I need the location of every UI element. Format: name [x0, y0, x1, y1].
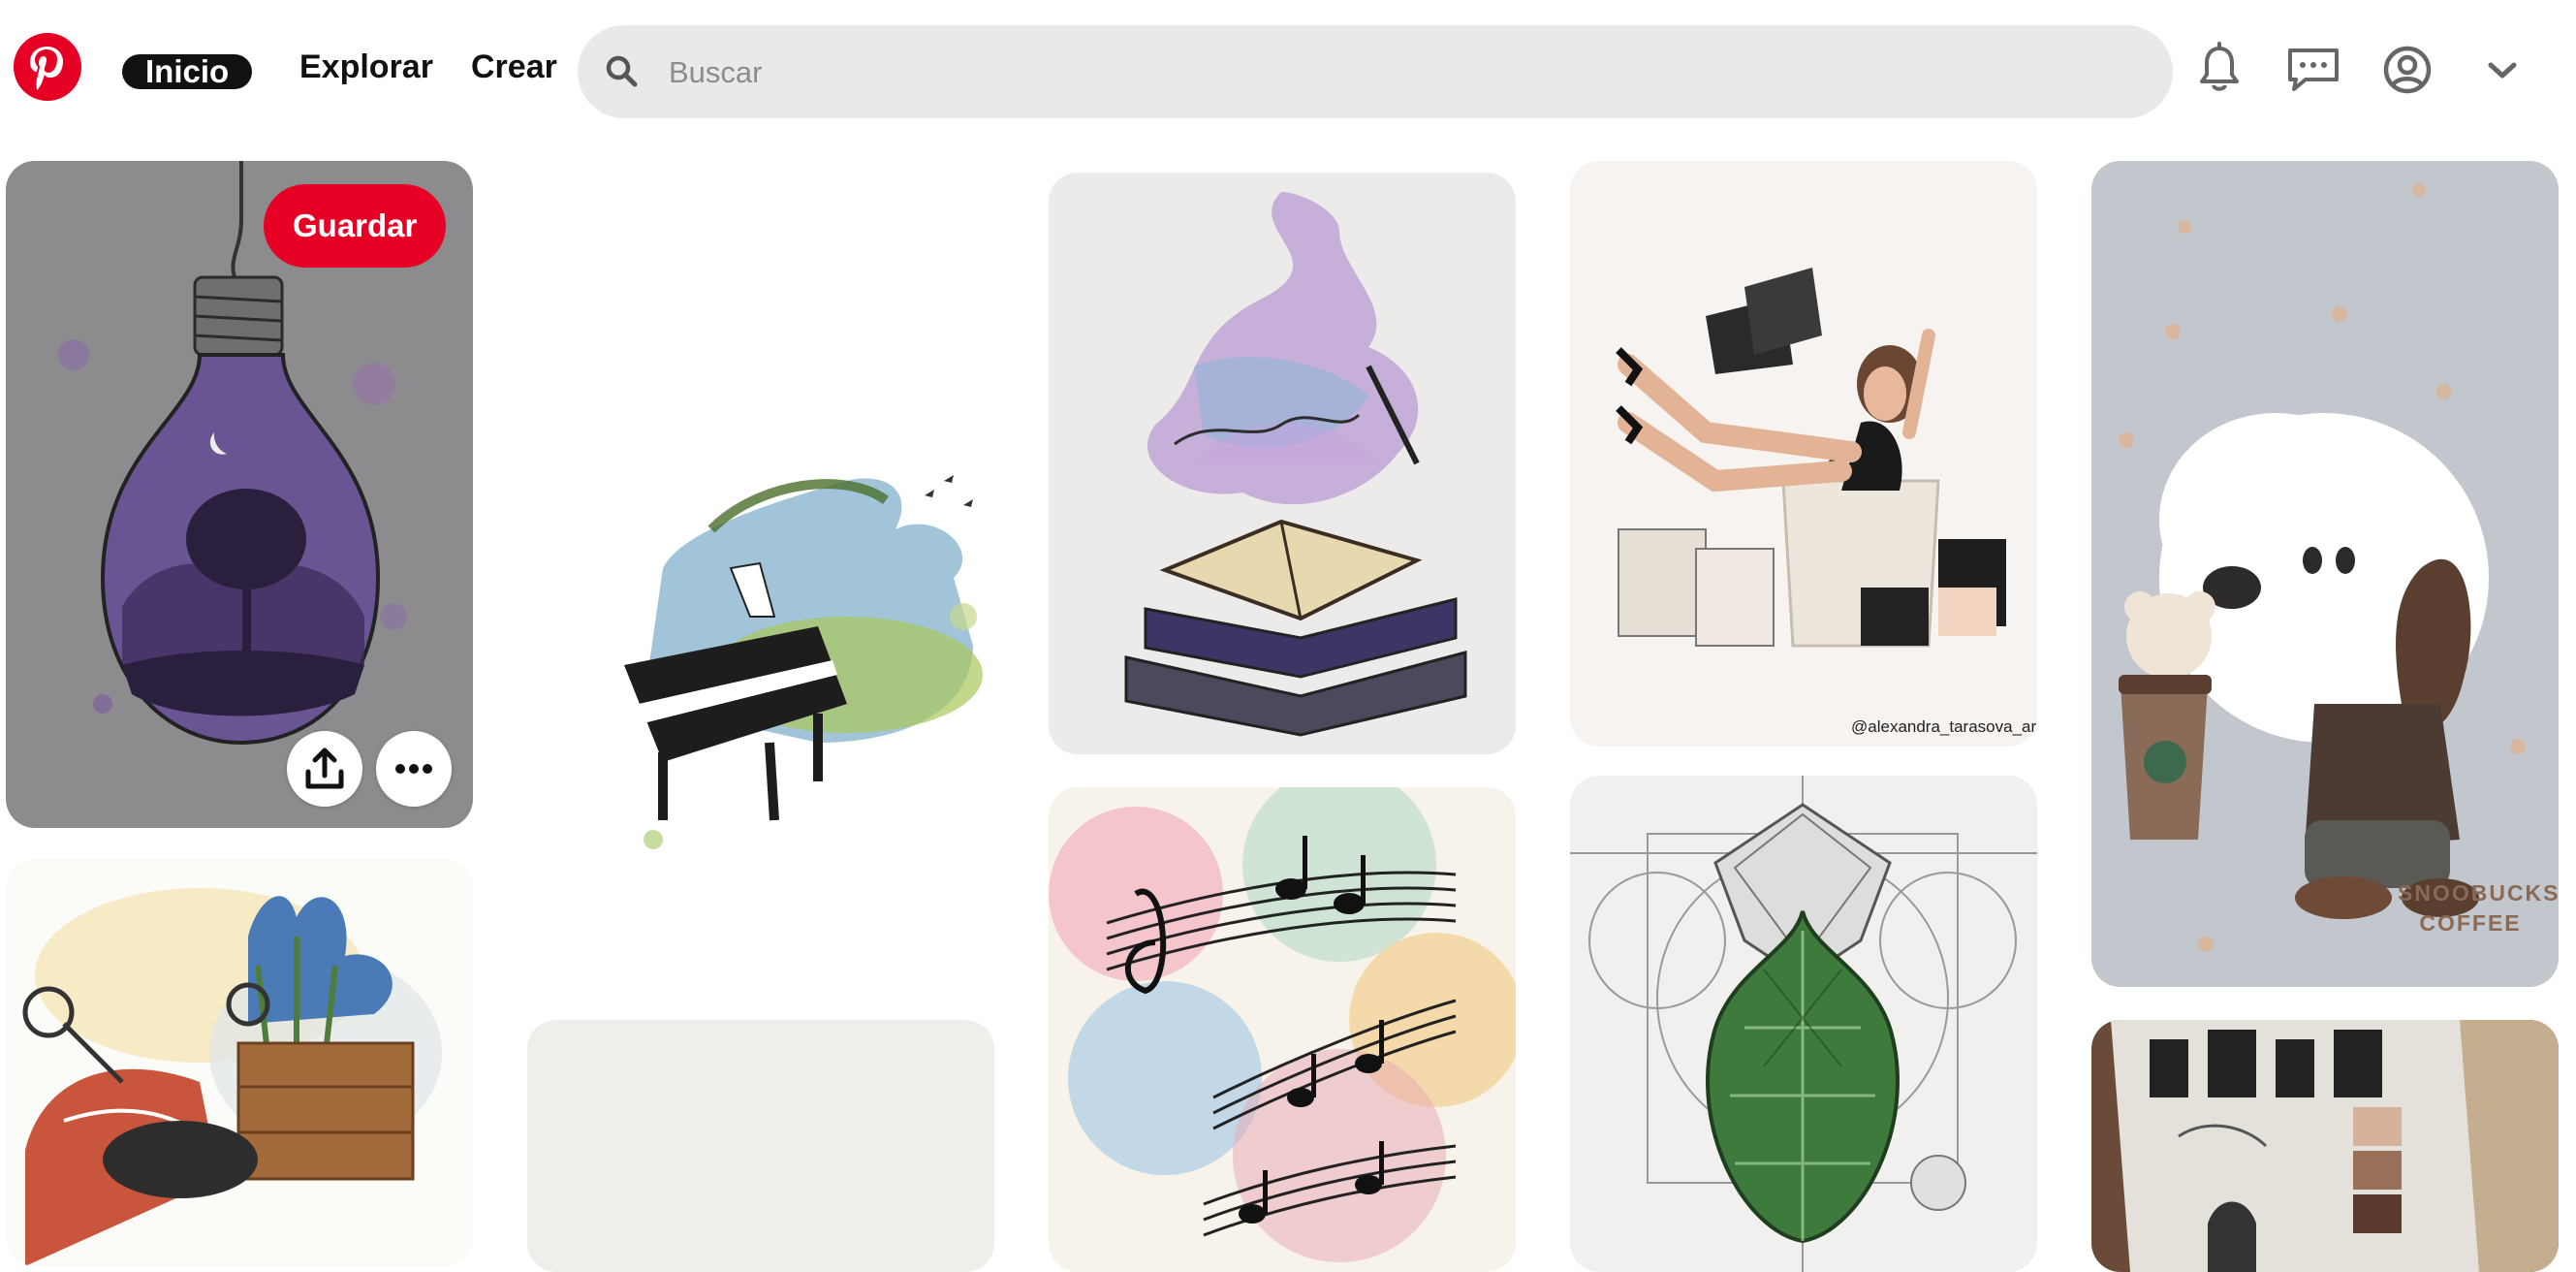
message-icon[interactable]: [2282, 39, 2344, 101]
search-input[interactable]: [667, 47, 2124, 99]
share-icon: [305, 747, 344, 789]
pin-piano-watercolor[interactable]: [527, 161, 994, 995]
music-notes-watercolor-image: [1049, 787, 1516, 1272]
search-bar[interactable]: [578, 25, 2173, 118]
snoopy-coffee-image: [2091, 161, 2559, 987]
magic-books-image: [1049, 173, 1516, 754]
top-navigation-bar: Inicio Explorar Crear: [0, 0, 2576, 145]
fashion-magazine-image: [2091, 1020, 2559, 1272]
pin-scooter-flowers[interactable]: [6, 859, 473, 1266]
scooter-flowers-image: [6, 859, 473, 1266]
chevron-down-icon[interactable]: [2471, 39, 2533, 101]
snoobucks-coffee-label: SNOOBUCKS COFFEE: [2398, 880, 2559, 936]
blank-paper-image: [527, 1020, 994, 1272]
more-icon: [395, 764, 432, 774]
pin-fashion-illustration[interactable]: @alexandra_tarasova_art: [1570, 161, 2037, 747]
pinterest-logo-icon[interactable]: [14, 33, 81, 101]
pin-music-notes-watercolor[interactable]: [1049, 787, 1516, 1272]
nav-home-button[interactable]: Inicio: [122, 54, 253, 89]
more-options-button[interactable]: [376, 731, 452, 807]
bell-icon[interactable]: [2188, 39, 2250, 101]
nav-explore-button[interactable]: Explorar: [276, 39, 456, 95]
pin-gem-sketch[interactable]: [1570, 776, 2037, 1272]
nav-create-button[interactable]: Crear: [448, 39, 581, 95]
share-button[interactable]: [287, 731, 362, 807]
account-icon[interactable]: [2376, 39, 2438, 101]
piano-watercolor-image: [527, 161, 994, 995]
save-button[interactable]: Guardar: [264, 184, 447, 268]
pin-fashion-magazine[interactable]: [2091, 1020, 2559, 1272]
artist-watermark: @alexandra_tarasova_art: [1851, 717, 2037, 736]
gem-sketch-image: [1570, 776, 2037, 1272]
pin-magic-books[interactable]: [1049, 173, 1516, 754]
fashion-illustration-image: [1570, 161, 2037, 747]
search-icon: [606, 55, 638, 87]
pin-blank-paper[interactable]: [527, 1020, 994, 1272]
pin-snoopy-coffee[interactable]: SNOOBUCKS COFFEE: [2091, 161, 2559, 987]
pin-lightbulb-tree[interactable]: Guardar: [6, 161, 473, 828]
